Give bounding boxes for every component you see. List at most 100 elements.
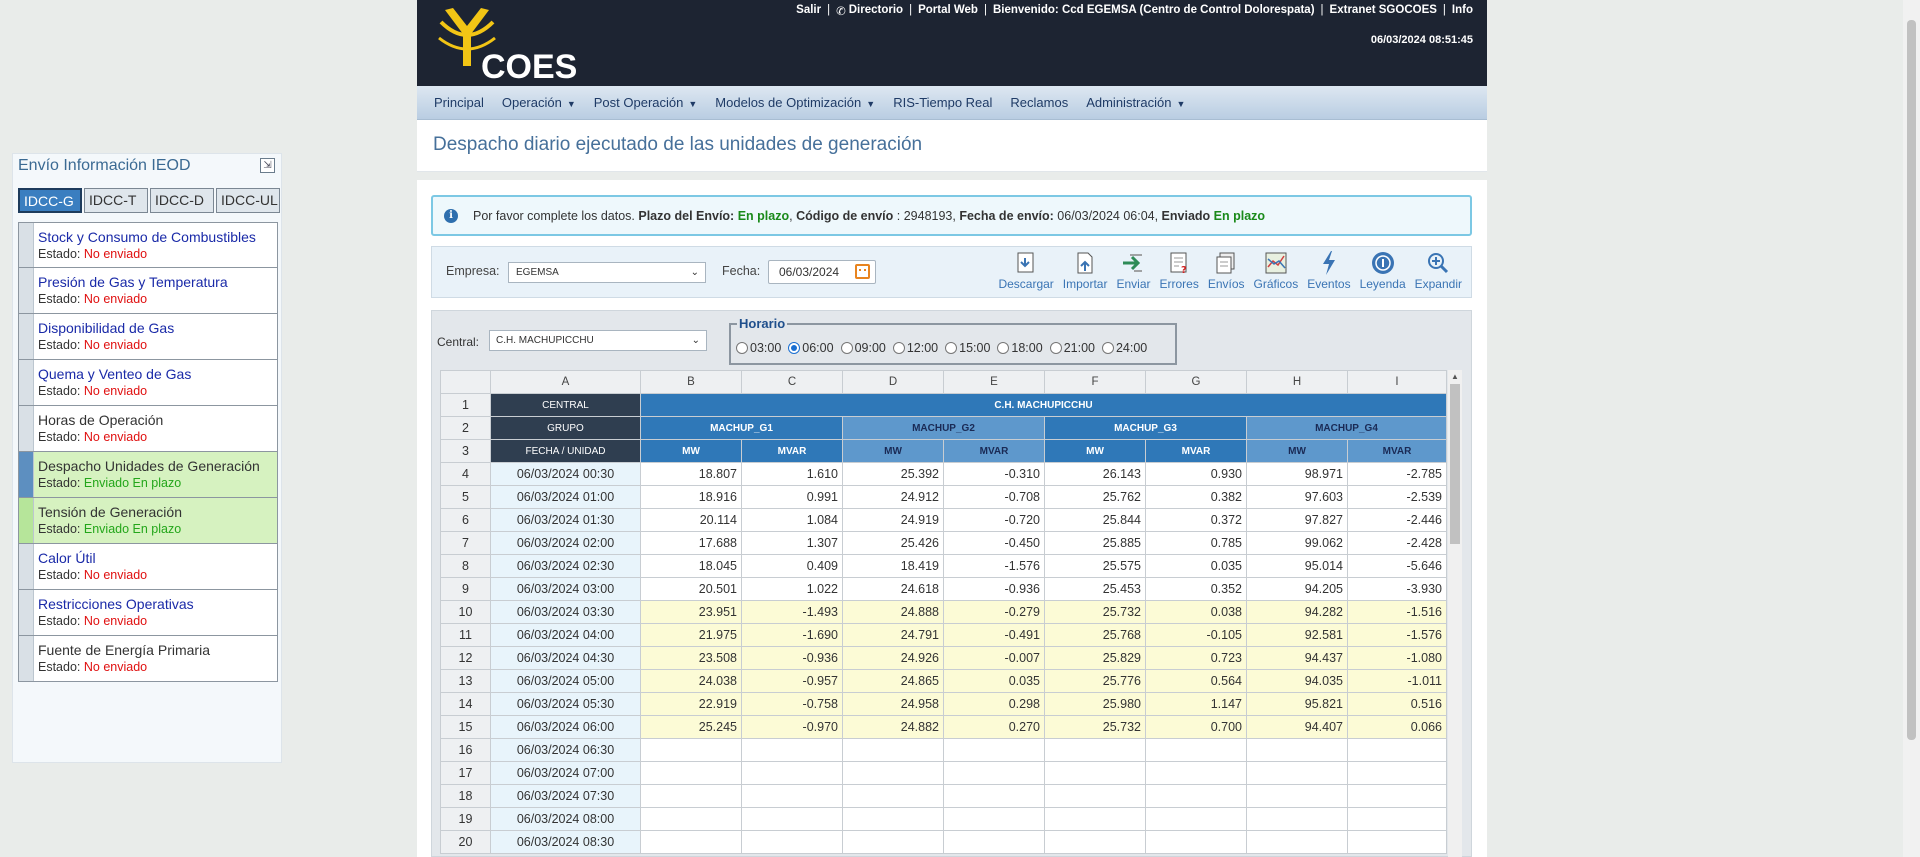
value-cell[interactable]: 25.575 [1044,554,1146,578]
radio-icon[interactable] [945,342,958,354]
value-cell[interactable]: -0.105 [1145,623,1247,647]
value-cell[interactable]: 25.392 [842,462,944,486]
value-cell[interactable] [1145,784,1247,808]
value-cell[interactable] [1044,784,1146,808]
value-cell[interactable] [943,830,1045,854]
value-cell[interactable] [842,784,944,808]
value-cell[interactable]: 26.143 [1044,462,1146,486]
value-cell[interactable]: 1.147 [1145,692,1247,716]
errores-button[interactable]: ? Errores [1160,250,1199,291]
ieod-item[interactable]: Quema y Venteo de Gas Estado: No enviado [18,360,278,406]
value-cell[interactable]: 24.791 [842,623,944,647]
central-select[interactable]: C.H. MACHUPICCHU ⌄ [489,330,707,351]
value-cell[interactable]: 0.564 [1145,669,1247,693]
value-cell[interactable] [1246,807,1348,831]
column-letter[interactable]: E [943,370,1045,394]
value-cell[interactable]: 0.991 [741,485,843,509]
value-cell[interactable] [1246,761,1348,785]
value-cell[interactable]: 92.581 [1246,623,1348,647]
value-cell[interactable]: -0.007 [943,646,1045,670]
value-cell[interactable]: 1.022 [741,577,843,601]
value-cell[interactable]: 0.035 [943,669,1045,693]
importar-button[interactable]: Importar [1063,250,1107,291]
item-name[interactable]: Presión de Gas y Temperatura [38,273,228,291]
value-cell[interactable]: -0.720 [943,508,1045,532]
menu-item[interactable]: Operación ▼ [502,95,576,110]
empresa-select[interactable]: EGEMSA ⌄ [508,262,706,283]
value-cell[interactable]: 94.282 [1246,600,1348,624]
value-cell[interactable] [741,784,843,808]
value-cell[interactable]: -3.930 [1347,577,1447,601]
value-cell[interactable]: -0.758 [741,692,843,716]
value-cell[interactable] [1347,738,1447,762]
value-cell[interactable] [1145,807,1247,831]
ieod-item[interactable]: Stock y Consumo de Combustibles Estado: N… [18,222,278,268]
ieod-item[interactable]: Disponibilidad de Gas Estado: No enviado [18,314,278,360]
value-cell[interactable]: 1.610 [741,462,843,486]
horario-radio[interactable]: 12:00 [892,341,938,355]
value-cell[interactable]: -5.646 [1347,554,1447,578]
value-cell[interactable] [741,807,843,831]
value-cell[interactable]: 97.827 [1246,508,1348,532]
value-cell[interactable] [1145,830,1247,854]
value-cell[interactable] [842,807,944,831]
value-cell[interactable] [1347,830,1447,854]
value-cell[interactable]: 24.919 [842,508,944,532]
value-cell[interactable]: 25.732 [1044,600,1146,624]
column-letter[interactable]: H [1246,370,1348,394]
page-scroll-thumb[interactable] [1907,20,1916,740]
menu-item[interactable]: Principal [434,95,484,110]
value-cell[interactable]: 0.700 [1145,715,1247,739]
value-cell[interactable]: -2.428 [1347,531,1447,555]
value-cell[interactable]: 0.382 [1145,485,1247,509]
menu-item[interactable]: Administración ▼ [1086,95,1185,110]
value-cell[interactable]: 24.958 [842,692,944,716]
value-cell[interactable]: 0.409 [741,554,843,578]
value-cell[interactable]: 17.688 [640,531,742,555]
directory-link[interactable]: Directorio [849,4,903,18]
expandir-button[interactable]: Expandir [1415,250,1462,291]
value-cell[interactable] [640,784,742,808]
value-cell[interactable]: 18.807 [640,462,742,486]
eventos-button[interactable]: Eventos [1307,250,1351,291]
value-cell[interactable] [1347,807,1447,831]
value-cell[interactable] [640,807,742,831]
horario-radio[interactable]: 15:00 [945,341,990,355]
horario-radio[interactable]: 06:00 [788,341,834,355]
value-cell[interactable]: 18.045 [640,554,742,578]
value-cell[interactable]: 25.245 [640,715,742,739]
value-cell[interactable]: 18.916 [640,485,742,509]
item-name[interactable]: Calor Útil [38,549,147,567]
value-cell[interactable]: 1.084 [741,508,843,532]
value-cell[interactable]: 1.307 [741,531,843,555]
logout-link[interactable]: Salir [796,4,821,18]
value-cell[interactable]: 0.352 [1145,577,1247,601]
value-cell[interactable] [640,830,742,854]
value-cell[interactable]: 95.821 [1246,692,1348,716]
value-cell[interactable]: 23.508 [640,646,742,670]
ieod-item[interactable]: Tensión de Generación Estado: Enviado En … [18,498,278,544]
value-cell[interactable]: -1.080 [1347,646,1447,670]
value-cell[interactable]: 25.980 [1044,692,1146,716]
tab-idcc-t[interactable]: IDCC-T [84,188,148,213]
scroll-up-icon[interactable]: ▲ [1451,372,1459,381]
value-cell[interactable]: -2.446 [1347,508,1447,532]
value-cell[interactable] [741,830,843,854]
column-letter[interactable]: F [1044,370,1146,394]
value-cell[interactable]: 94.035 [1246,669,1348,693]
item-name[interactable]: Horas de Operación [38,411,163,429]
value-cell[interactable]: 24.865 [842,669,944,693]
extranet-link[interactable]: Extranet SGOCOES [1330,4,1437,18]
ieod-item[interactable]: Horas de Operación Estado: No enviado [18,406,278,452]
ieod-item[interactable]: Presión de Gas y Temperatura Estado: No e… [18,268,278,314]
ieod-item[interactable]: Restricciones Operativas Estado: No envia… [18,590,278,636]
radio-icon[interactable] [736,342,748,354]
ieod-item[interactable]: Fuente de Energía Primaria Estado: No env… [18,636,278,682]
tab-idcc-g[interactable]: IDCC-G [18,188,82,213]
horario-radio[interactable]: 18:00 [997,341,1043,355]
info-link[interactable]: Info [1452,4,1473,18]
grid-scroll-thumb[interactable] [1450,384,1460,544]
item-name[interactable]: Stock y Consumo de Combustibles [38,228,256,246]
value-cell[interactable] [1246,784,1348,808]
item-name[interactable]: Despacho Unidades de Generación [38,457,260,475]
